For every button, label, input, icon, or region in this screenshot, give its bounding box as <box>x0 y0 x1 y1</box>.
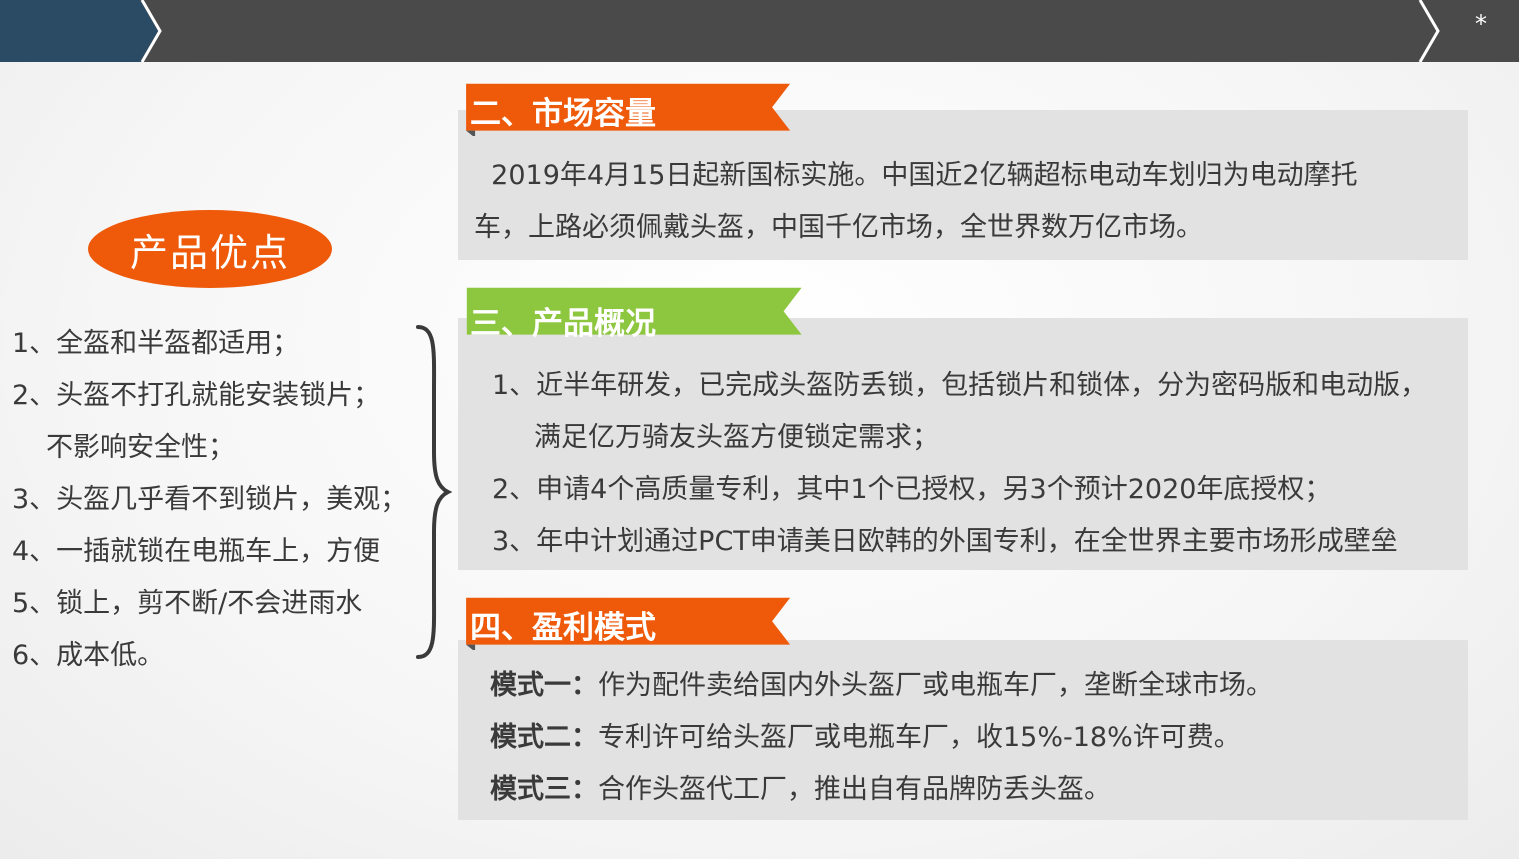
product-line: 1、近半年研发，已完成头盔防丢锁，包括锁片和锁体，分为密码版和电动版， <box>492 370 1428 401</box>
product-line: 2、申请4个高质量专利，其中1个已授权，另3个预计2020年底授权； <box>492 474 1332 505</box>
market-title: 二、市场容量 <box>470 96 656 132</box>
advantage-item: 3、头盔几乎看不到锁片，美观； <box>12 484 408 515</box>
market-text: 2019年4月15日起新国标实施。中国近2亿辆超标电动车划归为电动摩托 车，上路… <box>474 150 1358 254</box>
advantages-pill-label: 产品优点 <box>129 230 290 275</box>
advantages-pill: 产品优点 <box>88 210 332 288</box>
profit-mode-row: 模式二：专利许可给头盔厂或电瓶车厂，收15%-18%许可费。 <box>490 712 1273 764</box>
advantage-item: 5、锁上，剪不断/不会进雨水 <box>12 588 363 619</box>
profit-mode-label: 模式二： <box>490 722 598 753</box>
profit-text: 模式一：作为配件卖给国内外头盔厂或电瓶车厂，垄断全球市场。 模式二：专利许可给头… <box>490 660 1273 816</box>
header-bar-graphic <box>0 0 1519 62</box>
profit-mode-text: 专利许可给头盔厂或电瓶车厂，收15%-18%许可费。 <box>598 722 1241 753</box>
profit-mode-text: 作为配件卖给国内外头盔厂或电瓶车厂，垄断全球市场。 <box>598 670 1273 701</box>
profit-mode-row: 模式三：合作头盔代工厂，推出自有品牌防丢头盔。 <box>490 764 1273 816</box>
profit-mode-text: 合作头盔代工厂，推出自有品牌防丢头盔。 <box>598 774 1111 805</box>
profit-title: 四、盈利模式 <box>470 610 656 646</box>
advantage-item: 4、一插就锁在电瓶车上，方便 <box>12 536 381 567</box>
market-line: 车，上路必须佩戴头盔，中国千亿市场，全世界数万亿市场。 <box>474 212 1203 243</box>
curly-brace-icon <box>416 325 452 659</box>
product-line: 3、年中计划通过PCT申请美日欧韩的外国专利，在全世界主要市场形成壁垒 <box>492 526 1398 557</box>
advantage-item: 不影响安全性； <box>46 432 235 463</box>
profit-mode-row: 模式一：作为配件卖给国内外头盔厂或电瓶车厂，垄断全球市场。 <box>490 660 1273 712</box>
product-text: 1、近半年研发，已完成头盔防丢锁，包括锁片和锁体，分为密码版和电动版， 满足亿万… <box>492 360 1427 568</box>
market-line: 2019年4月15日起新国标实施。中国近2亿辆超标电动车划归为电动摩托 <box>474 160 1358 191</box>
page-mark: * <box>1475 10 1487 38</box>
advantage-item: 2、头盔不打孔就能安装锁片； <box>12 380 381 411</box>
product-line: 满足亿万骑友头盔方便锁定需求； <box>534 422 939 453</box>
product-title: 三、产品概况 <box>470 306 656 342</box>
advantages-list: 1、全盔和半盔都适用； 2、头盔不打孔就能安装锁片； 不影响安全性； 3、头盔几… <box>12 318 407 682</box>
advantage-item: 1、全盔和半盔都适用； <box>12 328 300 359</box>
profit-mode-label: 模式一： <box>490 670 598 701</box>
advantage-item: 6、成本低。 <box>12 640 165 671</box>
profit-mode-label: 模式三： <box>490 774 598 805</box>
